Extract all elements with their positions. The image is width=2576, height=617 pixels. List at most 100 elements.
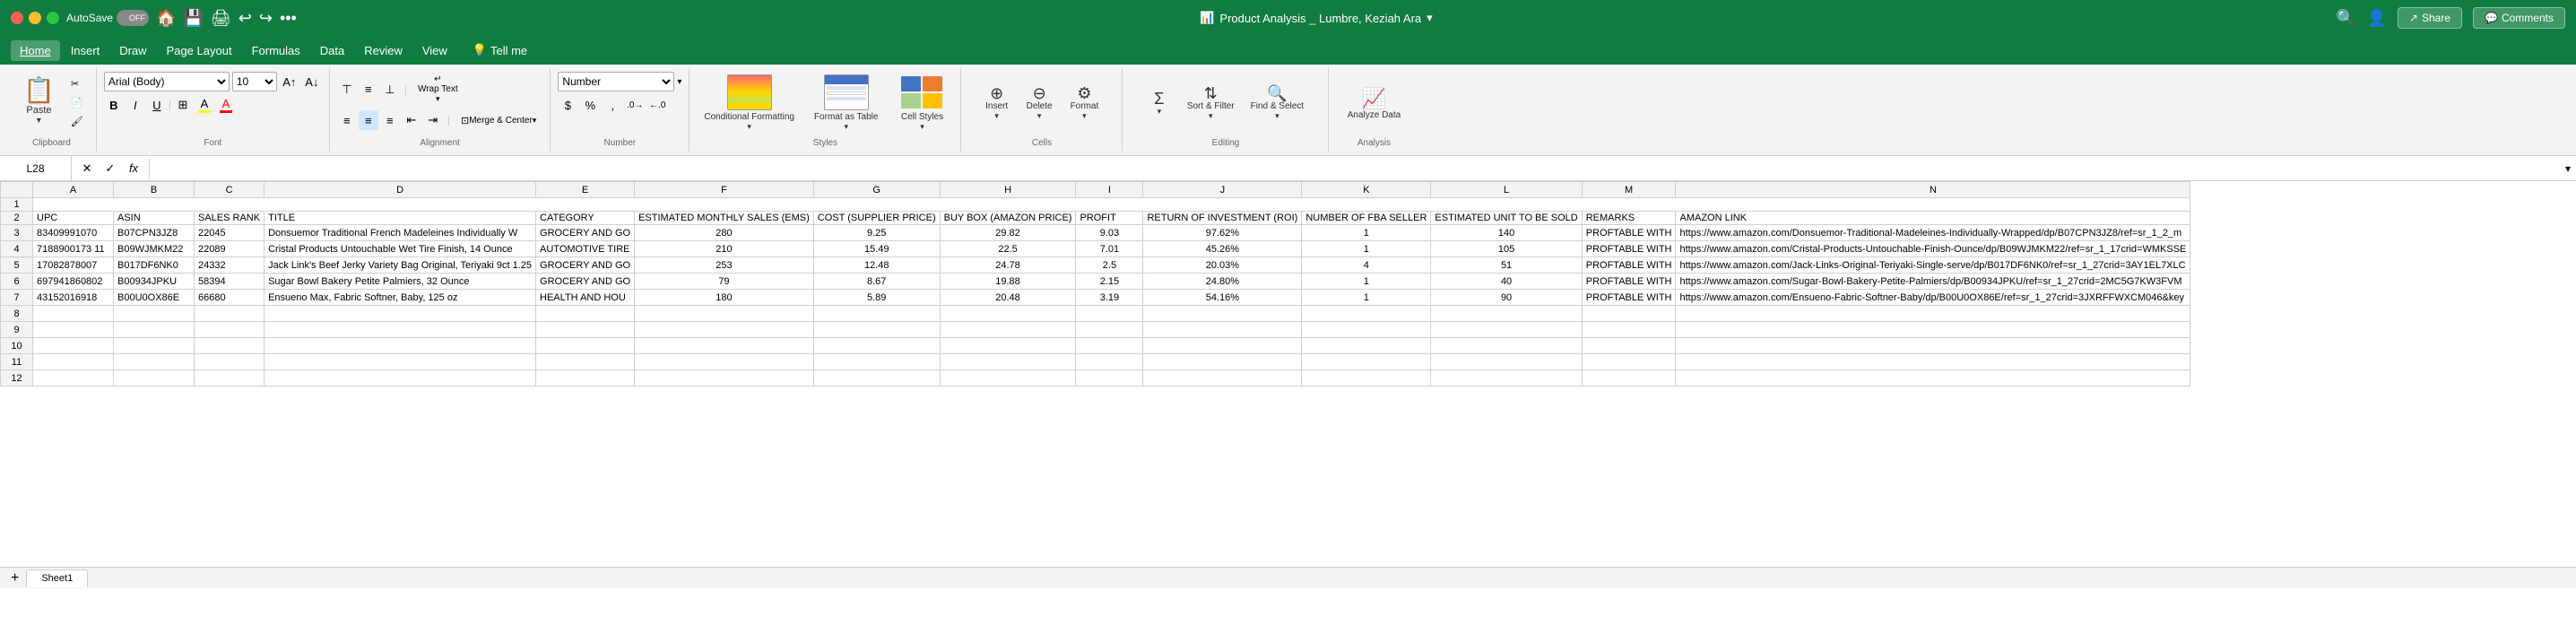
cell-C6[interactable]: 58394 — [195, 274, 265, 290]
sort-filter-button[interactable]: ⇅ Sort & Filter ▾ — [1181, 82, 1241, 125]
row-num-9[interactable]: 9 — [1, 322, 33, 338]
cell-empty[interactable] — [635, 354, 814, 370]
menu-item-draw[interactable]: Draw — [110, 40, 155, 61]
align-center-button[interactable]: ≡ — [359, 110, 378, 130]
insert-button[interactable]: ⊕ Insert ▾ — [979, 82, 1015, 125]
cell-H3[interactable]: 29.82 — [940, 225, 1076, 241]
cell-empty[interactable] — [813, 370, 940, 387]
cell-M4[interactable]: PROFTABLE WITH — [1582, 241, 1676, 257]
cell-J7[interactable]: 54.16% — [1143, 290, 1302, 306]
col-header-i[interactable]: I — [1076, 182, 1143, 198]
add-sheet-button[interactable]: + — [4, 570, 26, 587]
cell-empty[interactable] — [940, 322, 1076, 338]
close-button[interactable] — [11, 12, 23, 24]
cell-empty[interactable] — [1302, 322, 1431, 338]
cell-empty[interactable] — [195, 306, 265, 322]
save-icon[interactable]: 💾 — [183, 9, 203, 28]
cell-J3[interactable]: 97.62% — [1143, 225, 1302, 241]
cell-empty[interactable] — [1676, 322, 2190, 338]
cell-empty[interactable] — [114, 370, 195, 387]
shrink-font-button[interactable]: A↓ — [302, 72, 322, 91]
menu-item-formulas[interactable]: Formulas — [243, 40, 309, 61]
percent-button[interactable]: % — [580, 95, 600, 115]
col-header-b[interactable]: B — [114, 182, 195, 198]
cell-A6[interactable]: 697941860802 — [33, 274, 114, 290]
cell-empty[interactable] — [635, 322, 814, 338]
font-color-button[interactable]: A — [216, 95, 236, 115]
cell-H6[interactable]: 19.88 — [940, 274, 1076, 290]
row-num-7[interactable]: 7 — [1, 290, 33, 306]
menu-item-review[interactable]: Review — [355, 40, 412, 61]
cell-I3[interactable]: 9.03 — [1076, 225, 1143, 241]
col-header-g[interactable]: G — [813, 182, 940, 198]
row-num-10[interactable]: 10 — [1, 338, 33, 354]
cell-empty[interactable] — [635, 338, 814, 354]
cell-J4[interactable]: 45.26% — [1143, 241, 1302, 257]
font-size-select[interactable]: 10 — [232, 72, 277, 91]
cell-empty[interactable] — [1676, 306, 2190, 322]
cell-L5[interactable]: 51 — [1431, 257, 1582, 274]
tell-me[interactable]: 💡 Tell me — [473, 43, 527, 57]
col-header-c[interactable]: C — [195, 182, 265, 198]
cell-empty[interactable] — [1143, 338, 1302, 354]
cell-empty[interactable] — [1431, 354, 1582, 370]
cell-styles-button[interactable]: Cell Styles ▾ — [890, 72, 953, 135]
indent-increase-button[interactable]: ⇥ — [423, 110, 443, 130]
cell-empty[interactable] — [195, 370, 265, 387]
cell-I7[interactable]: 3.19 — [1076, 290, 1143, 306]
cell-empty[interactable] — [813, 354, 940, 370]
italic-button[interactable]: I — [126, 95, 145, 115]
cell-empty[interactable] — [1143, 370, 1302, 387]
menu-item-page-layout[interactable]: Page Layout — [158, 40, 241, 61]
bold-button[interactable]: B — [104, 95, 124, 115]
redo-icon[interactable]: ↪ — [259, 9, 273, 28]
col-header-n[interactable]: N — [1676, 182, 2190, 198]
sum-button[interactable]: Σ ▾ — [1141, 87, 1177, 120]
align-left-button[interactable]: ≡ — [337, 110, 357, 130]
cell-F4[interactable]: 210 — [635, 241, 814, 257]
cell-empty[interactable] — [1143, 354, 1302, 370]
align-right-button[interactable]: ≡ — [380, 110, 400, 130]
cell-K6[interactable]: 1 — [1302, 274, 1431, 290]
cell-M7[interactable]: PROFTABLE WITH — [1582, 290, 1676, 306]
cell-D5[interactable]: Jack Link's Beef Jerky Variety Bag Origi… — [265, 257, 536, 274]
cell-empty[interactable] — [1676, 338, 2190, 354]
col-header-d[interactable]: D — [265, 182, 536, 198]
row-num-1[interactable]: 1 — [1, 198, 33, 212]
cell-G7[interactable]: 5.89 — [813, 290, 940, 306]
cell-empty[interactable] — [265, 338, 536, 354]
cell-empty[interactable] — [1143, 322, 1302, 338]
col-header-a[interactable]: A — [33, 182, 114, 198]
cell-L6[interactable]: 40 — [1431, 274, 1582, 290]
cell-N7[interactable]: https://www.amazon.com/Ensueno-Fabric-So… — [1676, 290, 2190, 306]
cell-empty[interactable] — [265, 322, 536, 338]
cell-M5[interactable]: PROFTABLE WITH — [1582, 257, 1676, 274]
cell-empty[interactable] — [1302, 338, 1431, 354]
cell-F7[interactable]: 180 — [635, 290, 814, 306]
cell-empty[interactable] — [195, 354, 265, 370]
analyze-data-button[interactable]: 📈 Analyze Data — [1340, 84, 1408, 123]
autosave-toggle[interactable] — [117, 10, 149, 26]
comments-button[interactable]: 💬 Comments — [2473, 7, 2565, 29]
cell-E6[interactable]: GROCERY AND GO — [536, 274, 635, 290]
cell-empty[interactable] — [1302, 370, 1431, 387]
cell-K4[interactable]: 1 — [1302, 241, 1431, 257]
cell-B7[interactable]: B00U0OX86E — [114, 290, 195, 306]
menu-item-insert[interactable]: Insert — [62, 40, 109, 61]
cell-empty[interactable] — [114, 322, 195, 338]
cell-G6[interactable]: 8.67 — [813, 274, 940, 290]
cell-I4[interactable]: 7.01 — [1076, 241, 1143, 257]
row-num-12[interactable]: 12 — [1, 370, 33, 387]
number-format-select[interactable]: Number — [558, 72, 674, 91]
expand-formula-bar-icon[interactable]: ▾ — [2560, 162, 2576, 175]
cell-F3[interactable]: 280 — [635, 225, 814, 241]
share-button[interactable]: ↗ Share — [2398, 7, 2462, 29]
cell-empty[interactable] — [114, 306, 195, 322]
maximize-button[interactable] — [47, 12, 59, 24]
cell-C7[interactable]: 66680 — [195, 290, 265, 306]
middle-align-button[interactable]: ≡ — [359, 80, 378, 100]
cell-I6[interactable]: 2.15 — [1076, 274, 1143, 290]
undo-icon[interactable]: ↩ — [239, 9, 252, 28]
row-num-3[interactable]: 3 — [1, 225, 33, 241]
cell-C4[interactable]: 22089 — [195, 241, 265, 257]
